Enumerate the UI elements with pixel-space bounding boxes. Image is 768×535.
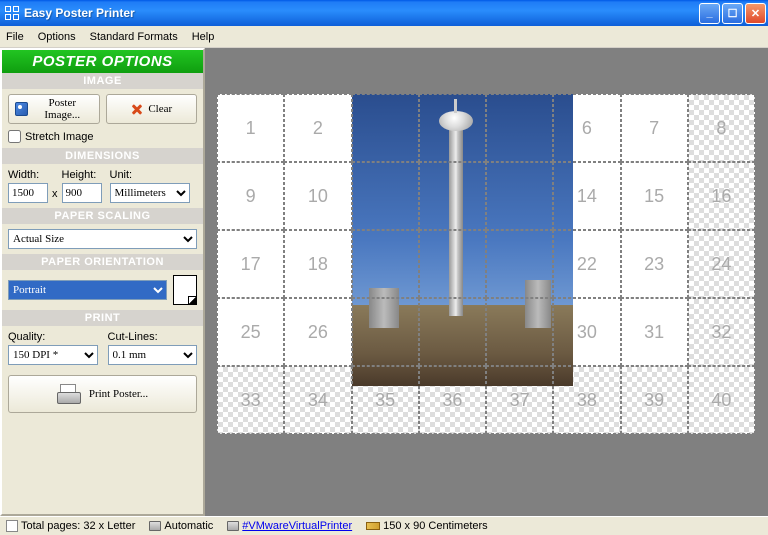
quality-select[interactable]: 150 DPI * <box>8 345 98 365</box>
printer-icon <box>57 384 79 404</box>
orientation-preview-icon <box>173 275 197 305</box>
page-cell: 16 <box>688 162 755 230</box>
section-orientation-header: PAPER ORIENTATION <box>2 254 203 270</box>
poster-options-title: POSTER OPTIONS <box>2 50 203 73</box>
minimize-button[interactable]: _ <box>699 3 720 24</box>
page-cell: 34 <box>284 366 351 434</box>
stretch-checkbox[interactable] <box>8 130 21 143</box>
page-cell: 8 <box>688 94 755 162</box>
menubar: File Options Standard Formats Help <box>0 26 768 48</box>
cutlines-label: Cut-Lines: <box>108 331 198 343</box>
menu-file[interactable]: File <box>6 31 24 43</box>
status-pages: Total pages: 32 x Letter <box>6 520 135 532</box>
clear-icon <box>130 102 144 116</box>
ruler-icon <box>366 522 380 530</box>
section-dimensions-header: DIMENSIONS <box>2 148 203 164</box>
width-label: Width: <box>8 169 48 181</box>
clear-label: Clear <box>148 103 172 115</box>
section-scaling-header: PAPER SCALING <box>2 208 203 224</box>
window-controls: _ ☐ ✕ <box>699 3 766 24</box>
quality-label: Quality: <box>8 331 98 343</box>
preview-area[interactable]: 1234567891011121314151617181920212223242… <box>205 48 768 516</box>
menu-options[interactable]: Options <box>38 31 76 43</box>
titlebar: Easy Poster Printer _ ☐ ✕ <box>0 0 768 26</box>
printer-status-icon <box>227 521 239 531</box>
unit-select[interactable]: Millimeters <box>110 183 190 203</box>
status-printer[interactable]: #VMwareVirtualPrinter <box>227 520 352 532</box>
page-cell: 18 <box>284 230 351 298</box>
page-cell: 24 <box>688 230 755 298</box>
app-icon <box>4 5 20 21</box>
close-button[interactable]: ✕ <box>745 3 766 24</box>
page-cell: 39 <box>621 366 688 434</box>
page-cell: 9 <box>217 162 284 230</box>
page-cell: 1 <box>217 94 284 162</box>
menu-help[interactable]: Help <box>192 31 215 43</box>
page-cell: 7 <box>621 94 688 162</box>
page-cell: 31 <box>621 298 688 366</box>
menu-standard-formats[interactable]: Standard Formats <box>90 31 178 43</box>
page-cell: 10 <box>284 162 351 230</box>
print-poster-button[interactable]: Print Poster... <box>8 375 197 413</box>
page-cell: 2 <box>284 94 351 162</box>
page-cell: 33 <box>217 366 284 434</box>
dimensions-x: x <box>50 188 60 203</box>
poster-image <box>352 94 574 386</box>
clear-button[interactable]: Clear <box>106 94 198 124</box>
poster-image-label: Poster Image... <box>32 97 93 121</box>
page-cell: 23 <box>621 230 688 298</box>
page-cell: 26 <box>284 298 351 366</box>
unit-label: Unit: <box>110 169 190 181</box>
maximize-button[interactable]: ☐ <box>722 3 743 24</box>
section-image-header: IMAGE <box>2 73 203 89</box>
section-print-header: PRINT <box>2 310 203 326</box>
stretch-label: Stretch Image <box>25 131 93 143</box>
page-cell: 15 <box>621 162 688 230</box>
page-cell: 40 <box>688 366 755 434</box>
width-input[interactable] <box>8 183 48 203</box>
page-cell: 17 <box>217 230 284 298</box>
poster-image-button[interactable]: Poster Image... <box>8 94 100 124</box>
status-size: 150 x 90 Centimeters <box>366 520 488 532</box>
poster-icon <box>15 102 28 116</box>
window-title: Easy Poster Printer <box>24 6 699 20</box>
height-label: Height: <box>62 169 102 181</box>
mode-icon <box>149 521 161 531</box>
cutlines-select[interactable]: 0.1 mm <box>108 345 198 365</box>
sidebar: POSTER OPTIONS IMAGE Poster Image... Cle… <box>0 48 205 516</box>
statusbar: Total pages: 32 x Letter Automatic #VMwa… <box>0 516 768 535</box>
orientation-select[interactable]: Portrait <box>8 280 167 300</box>
page-cell: 25 <box>217 298 284 366</box>
scaling-select[interactable]: Actual Size <box>8 229 197 249</box>
pages-icon <box>6 520 18 532</box>
print-poster-label: Print Poster... <box>89 388 148 400</box>
height-input[interactable] <box>62 183 102 203</box>
status-mode: Automatic <box>149 520 213 532</box>
page-cell: 32 <box>688 298 755 366</box>
